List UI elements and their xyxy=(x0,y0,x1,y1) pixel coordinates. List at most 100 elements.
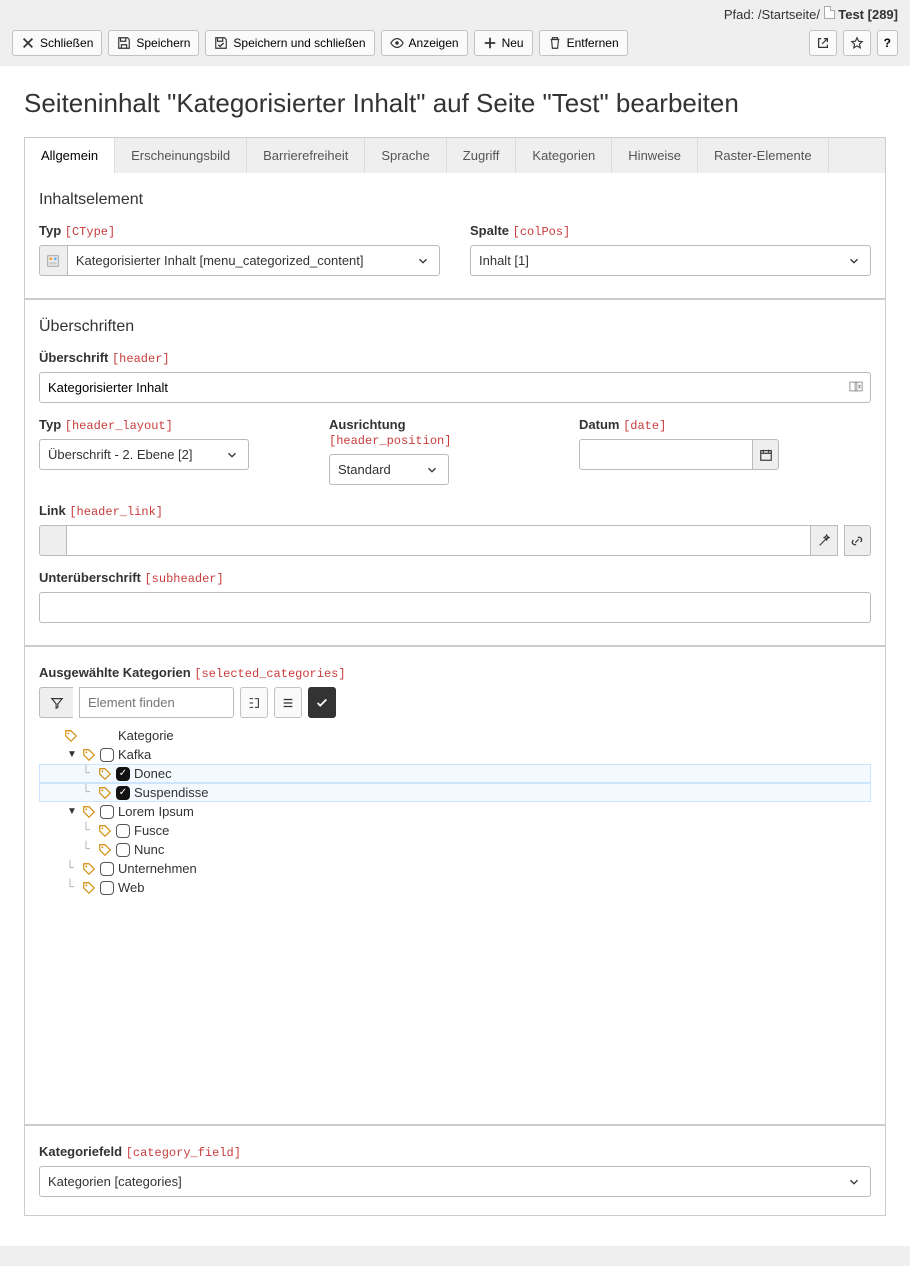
tag-icon xyxy=(98,786,112,800)
ctype-icon xyxy=(39,245,67,276)
section-headings: Überschriften xyxy=(39,318,871,336)
save-button[interactable]: Speichern xyxy=(108,30,199,56)
tree-row[interactable]: └Unternehmen xyxy=(39,859,871,878)
tree-row[interactable]: ▼Lorem Ipsum xyxy=(39,802,871,821)
tree-row[interactable]: ▼ Kafka xyxy=(39,745,871,764)
colpos-fieldname: [colPos] xyxy=(513,225,571,239)
checkbox[interactable]: ✓ xyxy=(116,767,130,781)
category-field-select[interactable]: Kategorien [categories] xyxy=(39,1166,871,1197)
subheader-input[interactable] xyxy=(39,592,871,623)
action-toolbar: Schließen Speichern Speichern und schlie… xyxy=(0,24,910,66)
link-browser-button[interactable] xyxy=(844,525,871,556)
header-input[interactable] xyxy=(39,372,871,403)
expand-all-button[interactable] xyxy=(240,687,268,718)
tab-zugriff[interactable]: Zugriff xyxy=(447,138,517,173)
category-filter-input[interactable] xyxy=(79,687,234,718)
open-external-button[interactable] xyxy=(809,30,837,56)
eye-icon xyxy=(390,36,404,50)
tag-icon xyxy=(98,767,112,781)
delete-button[interactable]: Entfernen xyxy=(539,30,628,56)
tree-row[interactable]: └✓Donec xyxy=(39,764,871,783)
selected-categories-fieldname: [selected_categories] xyxy=(194,667,345,681)
tree-item-label: Unternehmen xyxy=(118,861,197,876)
view-button[interactable]: Anzeigen xyxy=(381,30,468,56)
header-layout-fieldname: [header_layout] xyxy=(65,419,173,433)
bookmark-button[interactable] xyxy=(843,30,871,56)
tab-raster-elemente[interactable]: Raster-Elemente xyxy=(698,138,829,173)
page-icon xyxy=(824,6,835,19)
tree-row[interactable]: └Fusce xyxy=(39,821,871,840)
tree-item-label: Nunc xyxy=(134,842,164,857)
header-position-select[interactable]: Standard xyxy=(329,454,449,485)
header-position-fieldname: [header_position] xyxy=(329,434,451,448)
save-close-button[interactable]: Speichern und schließen xyxy=(205,30,374,56)
page-title: Seiteninhalt "Kategorisierter Inhalt" au… xyxy=(24,66,886,137)
help-button[interactable]: ? xyxy=(877,30,898,56)
tab-sprache[interactable]: Sprache xyxy=(365,138,446,173)
header-link-label: Link xyxy=(39,503,66,518)
subheader-fieldname: [subheader] xyxy=(144,572,223,586)
tag-icon xyxy=(82,862,96,876)
save-label: Speichern xyxy=(136,36,190,50)
header-layout-select[interactable]: Überschrift - 2. Ebene [2] xyxy=(39,439,249,470)
tree-item-label: Fusce xyxy=(134,823,169,838)
section-content-element: Inhaltselement xyxy=(39,191,871,209)
header-fieldname: [header] xyxy=(112,352,170,366)
tab-hinweise[interactable]: Hinweise xyxy=(612,138,698,173)
date-picker-button[interactable] xyxy=(753,439,779,470)
collapse-tree-icon xyxy=(281,696,295,710)
help-icon: ? xyxy=(884,36,891,50)
tree-item-label: Suspendisse xyxy=(134,785,208,800)
colpos-select[interactable]: Inhalt [1] xyxy=(470,245,871,276)
tab-barrierefreiheit[interactable]: Barrierefreiheit xyxy=(247,138,365,173)
date-fieldname: [date] xyxy=(623,419,666,433)
tag-icon xyxy=(82,805,96,819)
tab-kategorien[interactable]: Kategorien xyxy=(516,138,612,173)
checkbox[interactable] xyxy=(116,843,130,857)
breadcrumb[interactable]: /Startseite/ xyxy=(758,7,820,22)
checkbox[interactable] xyxy=(100,805,114,819)
tabs: Allgemein Erscheinungsbild Barrierefreih… xyxy=(24,137,886,173)
expand-tree-icon xyxy=(247,696,261,710)
selected-categories-label: Ausgewählte Kategorien xyxy=(39,665,191,680)
header-position-label: Ausrichtung xyxy=(329,417,406,432)
category-tree: Kategorie ▼Kafka└✓Donec└✓Suspendisse▼Lor… xyxy=(39,726,871,1106)
date-input[interactable] xyxy=(579,439,753,470)
star-icon xyxy=(850,36,864,50)
tree-row[interactable]: └Nunc xyxy=(39,840,871,859)
tree-row[interactable]: └Web xyxy=(39,878,871,897)
tab-allgemein[interactable]: Allgemein xyxy=(25,138,115,173)
checkbox[interactable] xyxy=(100,748,114,762)
checkbox[interactable]: ✓ xyxy=(116,786,130,800)
tree-row[interactable]: └✓Suspendisse xyxy=(39,783,871,802)
new-button[interactable]: Neu xyxy=(474,30,533,56)
checkbox[interactable] xyxy=(116,824,130,838)
close-button[interactable]: Schließen xyxy=(12,30,102,56)
tab-erscheinungsbild[interactable]: Erscheinungsbild xyxy=(115,138,247,173)
path-bar: Pfad: /Startseite/ Test [289] xyxy=(0,0,910,24)
translate-icon[interactable] xyxy=(849,379,863,396)
header-layout-label: Typ xyxy=(39,417,61,432)
plus-icon xyxy=(483,36,497,50)
toggle-icon[interactable]: ▼ xyxy=(66,806,78,817)
calendar-icon xyxy=(759,448,773,462)
checkbox[interactable] xyxy=(100,862,114,876)
ctype-fieldname: [CType] xyxy=(65,225,115,239)
header-label: Überschrift xyxy=(39,350,108,365)
ctype-select[interactable]: Kategorisierter Inhalt [menu_categorized… xyxy=(67,245,440,276)
checkbox[interactable] xyxy=(100,881,114,895)
tag-icon xyxy=(98,843,112,857)
ctype-label: Typ xyxy=(39,223,61,238)
tag-icon xyxy=(82,748,96,762)
tag-icon xyxy=(82,881,96,895)
close-icon xyxy=(21,36,35,50)
show-selected-button[interactable] xyxy=(308,687,336,718)
link-suggest-button[interactable] xyxy=(811,525,838,556)
link-icon xyxy=(850,534,864,548)
wand-icon xyxy=(817,534,831,548)
toggle-icon[interactable]: ▼ xyxy=(66,749,78,760)
collapse-all-button[interactable] xyxy=(274,687,302,718)
header-link-input[interactable] xyxy=(66,525,811,556)
link-type-icon xyxy=(39,525,66,556)
tree-item-label: Kafka xyxy=(118,747,151,762)
